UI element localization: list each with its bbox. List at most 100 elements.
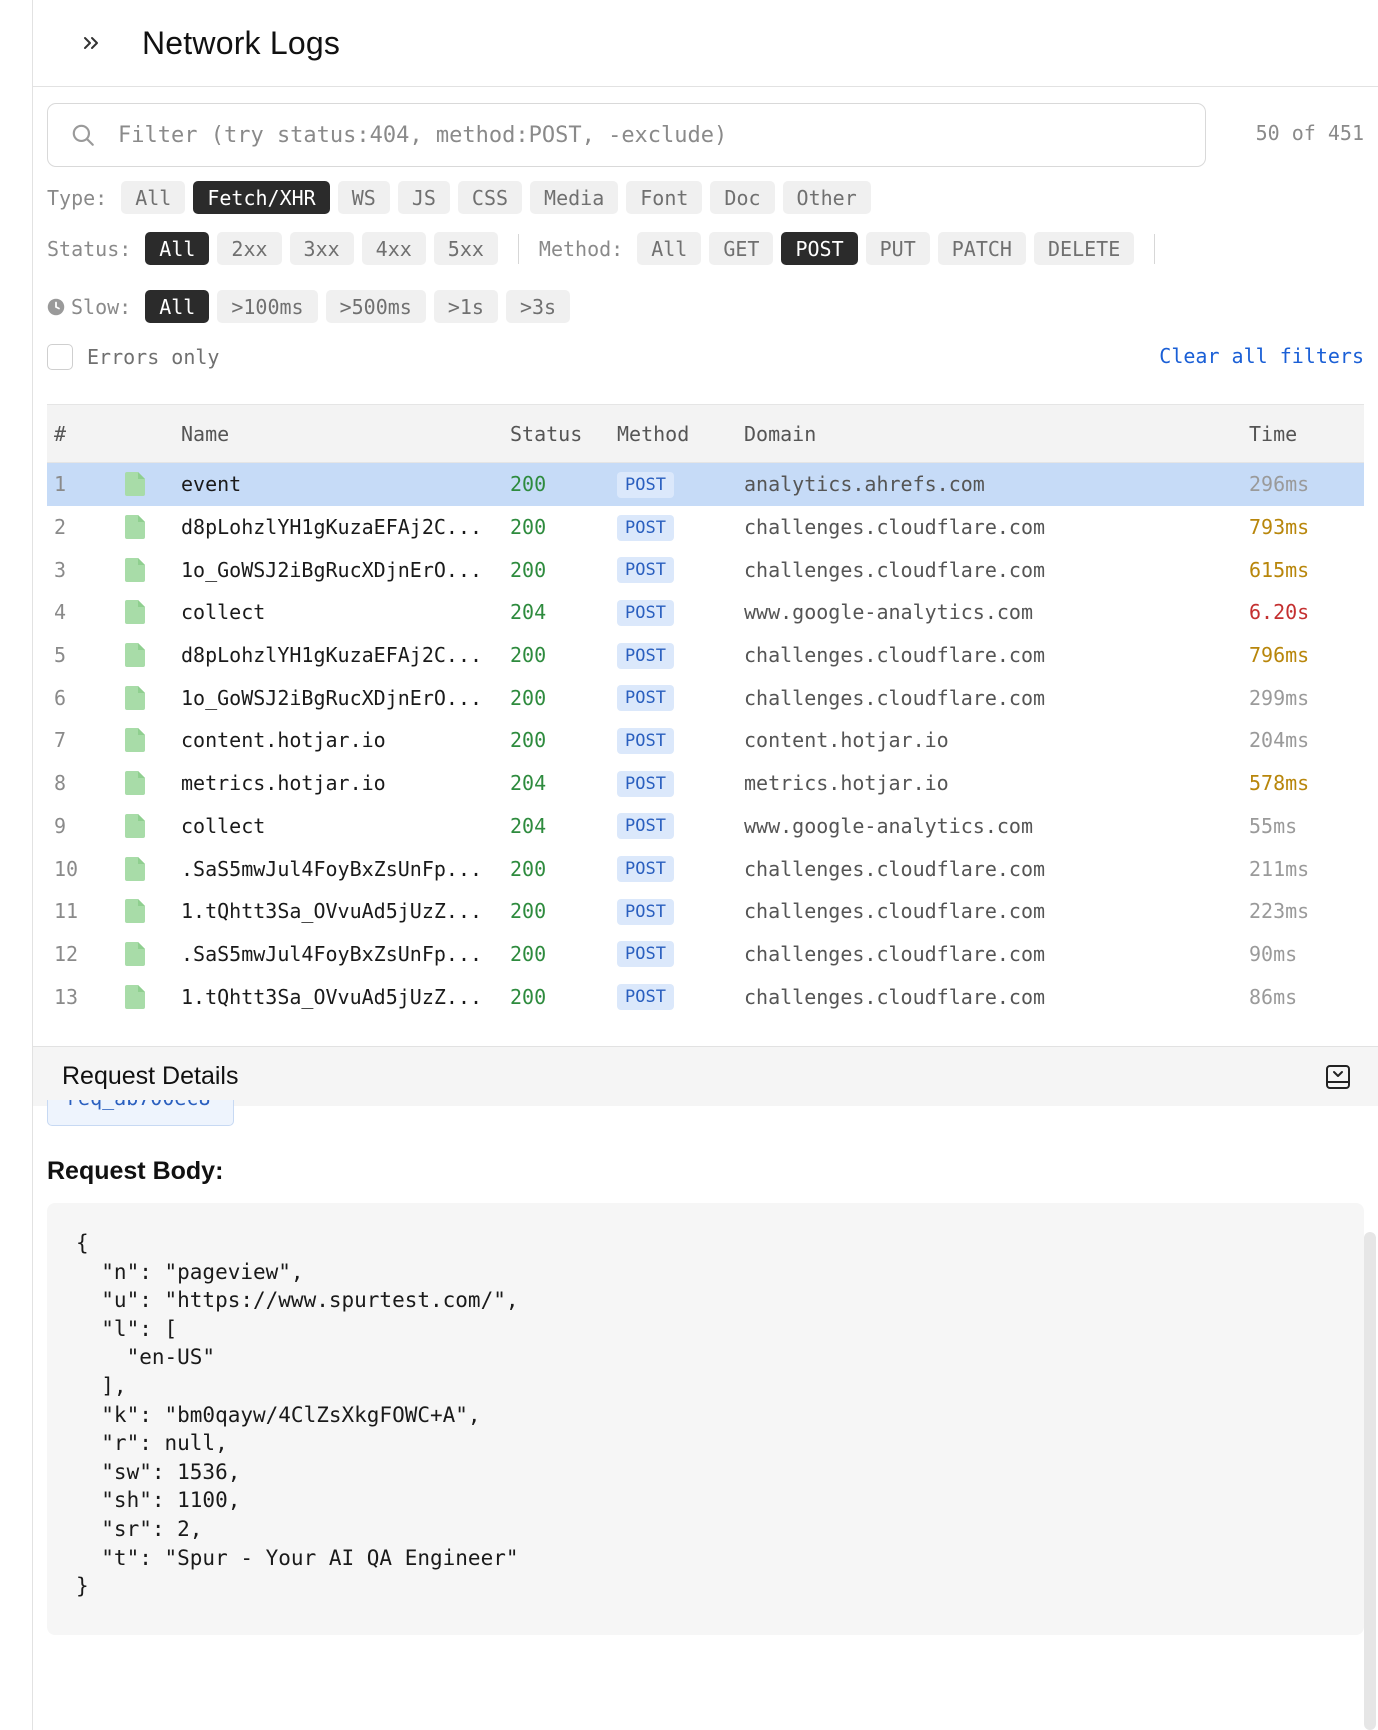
row-name: event [181,472,242,497]
row-num: 7 [54,728,67,753]
type-chip-fetch-xhr[interactable]: Fetch/XHR [193,181,330,214]
col-header-time[interactable]: Time [1249,422,1364,446]
table-row[interactable]: 2 d8pLohzlYH1gKuzaEFAj2C... 200 POST challen… [47,506,1364,549]
method-chip-get[interactable]: GET [709,232,774,265]
collapse-sidebar-button[interactable] [71,23,111,63]
col-header-status[interactable]: Status [510,422,617,446]
table-row[interactable]: 3 1o_GoWSJ2iBgRucXDjnErO... 200 POST challen… [47,548,1364,591]
table-row[interactable]: 11 1.tQhtt3Sa_OVvuAd5jUzZ... 200 POST challe… [47,890,1364,933]
request-body-heading: Request Body: [47,1157,224,1185]
row-domain: analytics.ahrefs.com [744,472,985,497]
file-icon [125,515,181,540]
details-scrollbar[interactable] [1364,1232,1376,1730]
table-row[interactable]: 4 collect 204 POST www.google-analytics.com 6… [47,591,1364,634]
type-chip-other[interactable]: Other [782,181,871,214]
row-domain: challenges.cloudflare.com [744,685,1046,710]
filter-input[interactable] [118,122,1168,148]
row-status: 200 [510,685,547,710]
row-num: 2 [54,515,67,540]
file-icon [125,813,181,838]
table-header: # Name Status Method Domain Time [47,404,1364,463]
chevrons-right-icon [84,37,98,49]
clock-icon [47,298,65,316]
method-chip-put[interactable]: PUT [865,232,930,265]
row-time: 86ms [1249,984,1298,1009]
slow-chip-3s[interactable]: >3s [505,290,571,323]
table-row[interactable]: 10 .SaS5mwJul4FoyBxZsUnFp... 200 POST challe… [47,847,1364,890]
row-method: POST [617,514,744,541]
clear-filters-link[interactable]: Clear all filters [1159,344,1364,368]
col-header-domain[interactable]: Domain [744,422,1249,446]
type-chip-css[interactable]: CSS [457,181,523,214]
method-badge: POST [617,727,674,754]
method-badge: POST [617,984,674,1011]
row-time: 615ms [1249,557,1310,582]
type-chip-all[interactable]: All [121,181,186,214]
table-row[interactable]: 9 collect 204 POST www.google-analytics.com 5… [47,805,1364,848]
slow-chip-all[interactable]: All [145,290,210,323]
table-row[interactable]: 12 .SaS5mwJul4FoyBxZsUnFp... 200 POST challe… [47,933,1364,976]
method-chip-patch[interactable]: PATCH [937,232,1026,265]
row-domain: www.google-analytics.com [744,600,1033,625]
row-status: 200 [510,472,547,497]
status-chip-all[interactable]: All [145,232,210,265]
method-chip-delete[interactable]: DELETE [1033,232,1135,265]
method-chip-post[interactable]: POST [781,232,858,265]
row-status: 200 [510,515,547,540]
slow-chip-500ms[interactable]: >500ms [325,290,426,323]
search-icon [68,120,98,150]
file-icon [125,771,181,796]
col-header-method[interactable]: Method [617,422,744,446]
request-id-chip[interactable]: req_ab700ec8 [47,1100,234,1126]
method-badge: POST [617,514,674,541]
table-row[interactable]: 1 event 200 POST analytics.ahrefs.com 296ms [47,463,1364,506]
table-row[interactable]: 7 content.hotjar.io 200 POST content.hotjar.… [47,719,1364,762]
type-chip-font[interactable]: Font [626,181,703,214]
status-chip-2xx[interactable]: 2xx [217,232,282,265]
row-status: 204 [510,813,547,838]
col-header-name[interactable]: Name [181,422,510,446]
row-num: 8 [54,771,67,796]
row-domain: content.hotjar.io [744,728,949,753]
status-chip-3xx[interactable]: 3xx [289,232,354,265]
status-chip-4xx[interactable]: 4xx [361,232,426,265]
slow-chip-100ms[interactable]: >100ms [217,290,318,323]
type-chip-doc[interactable]: Doc [710,181,775,214]
errors-only-label: Errors only [87,345,220,369]
row-method: POST [617,983,744,1011]
panel-collapse-icon[interactable] [1322,1061,1354,1093]
row-name: content.hotjar.io [181,728,386,753]
row-status: 200 [510,984,547,1009]
table-row[interactable]: 8 metrics.hotjar.io 204 POST metrics.hotjar.… [47,762,1364,805]
request-body-code: { "n": "pageview", "u": "https://www.spu… [47,1203,1364,1635]
method-badge: POST [617,813,674,840]
table-row[interactable]: 13 1.tQhtt3Sa_OVvuAd5jUzZ... 200 POST challe… [47,975,1364,1018]
method-chip-all[interactable]: All [637,232,702,265]
table-row[interactable]: 6 1o_GoWSJ2iBgRucXDjnErO... 200 POST challen… [47,676,1364,719]
row-method: POST [617,855,744,883]
row-name: 1o_GoWSJ2iBgRucXDjnErO... [181,557,483,582]
type-chip-media[interactable]: Media [530,181,619,214]
row-status: 200 [510,941,547,966]
errors-only-checkbox[interactable] [47,344,73,370]
type-chip-js[interactable]: JS [397,181,450,214]
status-filter-label: Status: [47,236,132,261]
row-name: collect [181,600,266,625]
row-name: 1.tQhtt3Sa_OVvuAd5jUzZ... [181,899,483,924]
row-num: 13 [54,984,79,1009]
table-row[interactable]: 5 d8pLohzlYH1gKuzaEFAj2C... 200 POST challen… [47,634,1364,677]
request-id-text: req_ab700ec8 [66,1100,211,1110]
type-chip-ws[interactable]: WS [337,181,390,214]
row-method: POST [617,599,744,626]
row-domain: challenges.cloudflare.com [744,643,1046,668]
method-badge: POST [617,856,674,883]
row-method: POST [617,940,744,968]
row-name: 1o_GoWSJ2iBgRucXDjnErO... [181,685,483,710]
slow-chip-1s[interactable]: >1s [433,290,498,323]
row-method: POST [617,812,744,840]
row-num: 12 [54,941,79,966]
file-icon [125,856,181,881]
row-status: 204 [510,600,547,625]
row-domain: challenges.cloudflare.com [744,941,1046,966]
status-chip-5xx[interactable]: 5xx [433,232,498,265]
